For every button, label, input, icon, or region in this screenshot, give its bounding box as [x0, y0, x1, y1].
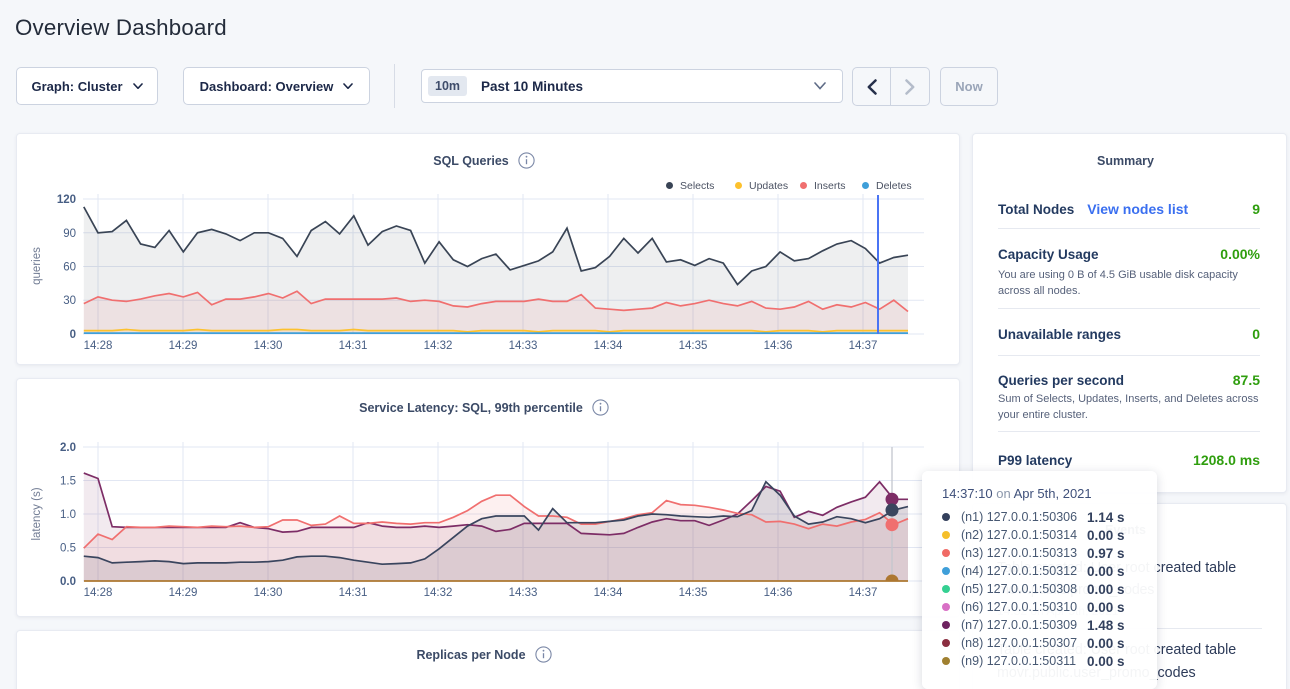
svg-text:14:33: 14:33	[509, 340, 538, 352]
svg-text:14:37: 14:37	[849, 340, 878, 352]
svg-text:1.5: 1.5	[60, 476, 76, 488]
svg-text:2.0: 2.0	[60, 442, 76, 454]
svg-text:14:37: 14:37	[849, 587, 878, 599]
svg-text:14:35: 14:35	[679, 587, 708, 599]
svg-text:14:31: 14:31	[339, 587, 368, 599]
svg-text:90: 90	[63, 228, 76, 240]
svg-text:14:36: 14:36	[764, 587, 793, 599]
svg-text:60: 60	[63, 262, 76, 274]
svg-text:0: 0	[70, 329, 76, 341]
svg-text:14:28: 14:28	[84, 340, 113, 352]
svg-text:1.0: 1.0	[60, 509, 76, 521]
svg-text:0.0: 0.0	[60, 576, 76, 588]
svg-text:14:34: 14:34	[594, 340, 623, 352]
svg-text:30: 30	[63, 295, 76, 307]
svg-text:14:30: 14:30	[254, 340, 283, 352]
svg-text:14:35: 14:35	[679, 340, 708, 352]
svg-text:14:36: 14:36	[764, 340, 793, 352]
svg-text:120: 120	[57, 194, 76, 206]
svg-text:0.5: 0.5	[60, 543, 76, 555]
svg-text:14:32: 14:32	[424, 340, 453, 352]
svg-text:14:32: 14:32	[424, 587, 453, 599]
svg-text:14:31: 14:31	[339, 340, 368, 352]
svg-text:14:34: 14:34	[594, 587, 623, 599]
svg-text:14:28: 14:28	[84, 587, 113, 599]
svg-text:14:29: 14:29	[169, 587, 198, 599]
svg-text:latency (s): latency (s)	[31, 487, 43, 540]
svg-text:14:29: 14:29	[169, 340, 198, 352]
svg-text:queries: queries	[31, 247, 43, 285]
svg-text:14:33: 14:33	[509, 587, 538, 599]
svg-text:14:30: 14:30	[254, 587, 283, 599]
